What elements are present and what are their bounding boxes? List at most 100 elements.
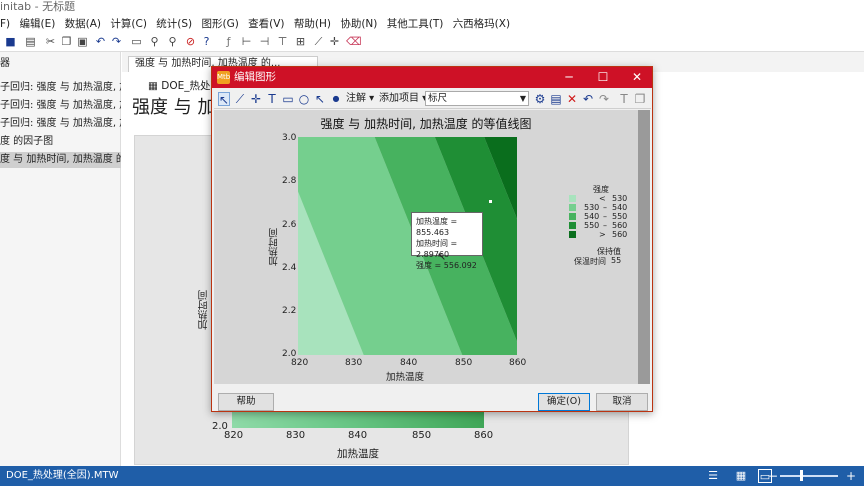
help-button[interactable]: 帮助	[218, 393, 274, 411]
menu-calc[interactable]: 计算(C)	[110, 18, 147, 30]
help-icon[interactable]: ?	[200, 35, 213, 48]
menu-edit[interactable]: 编辑(E)	[19, 18, 55, 30]
legend-item[interactable]: > 560	[569, 230, 639, 239]
menu-help[interactable]: 帮助(H)	[294, 18, 331, 30]
nav-item[interactable]: 度 的因子图	[0, 134, 121, 150]
copy-format-icon[interactable]: ❐	[634, 92, 646, 106]
legend-swatch	[569, 213, 576, 220]
menu-graph[interactable]: 图形(G)	[201, 18, 238, 30]
eraser-icon[interactable]: ⌫	[346, 35, 362, 48]
x-tick-label: 850	[455, 358, 473, 368]
rectangle-icon[interactable]: ▭	[282, 92, 294, 106]
redo-icon[interactable]: ↷	[598, 92, 610, 106]
zoom-slider[interactable]	[780, 475, 838, 477]
brush-icon[interactable]: ⟋	[234, 92, 246, 106]
y-tick-label: 3.0	[282, 133, 297, 143]
edit-item-icon[interactable]: ⚙	[534, 92, 546, 106]
dialog-button-bar: 帮助 确定(O) 取消	[214, 385, 651, 411]
menu-tools[interactable]: 其他工具(T)	[387, 18, 444, 30]
column-icon[interactable]: ⊣	[258, 35, 271, 48]
crosshair-icon[interactable]: ✛	[250, 92, 262, 106]
zoom-in-icon[interactable]: +	[844, 469, 858, 483]
menu-data[interactable]: 数据(A)	[65, 18, 101, 30]
point-icon[interactable]: ●	[330, 92, 342, 106]
menu-file[interactable]: F)	[0, 18, 10, 30]
x-tick-label: 820	[291, 358, 309, 368]
legend-value: 550	[612, 212, 628, 221]
undo-icon[interactable]: ↶	[94, 35, 107, 48]
zoom-out-icon[interactable]: −	[766, 469, 780, 483]
table-icon: ▦	[148, 80, 162, 92]
save-icon[interactable]: ■	[4, 35, 17, 48]
legend-item[interactable]: 540 – 550	[569, 212, 639, 221]
minimize-icon[interactable]: ─	[554, 67, 584, 88]
properties-icon[interactable]: ▤	[550, 92, 562, 106]
cancel-button[interactable]: 取消	[596, 393, 648, 411]
contour-plot-area[interactable]	[298, 137, 517, 355]
text-icon[interactable]: T	[266, 92, 278, 106]
data-tooltip: 加热温度 = 855.463 加热时间 = 2.89760 强度 = 556.0…	[411, 212, 483, 270]
mouse-cursor-icon: ↖	[437, 250, 447, 263]
graph-canvas[interactable]: 强度 与 加热时间, 加热温度 的等值线图 3.0 2.8 2.6 2.4 2.…	[214, 110, 638, 384]
cut-icon[interactable]: ✂	[44, 35, 57, 48]
hold-variable-value: 55	[611, 256, 622, 265]
copy-icon[interactable]: ❐	[60, 35, 73, 48]
edit-graph-dialog: Mtb 编辑图形 ─ ☐ ✕ ↖ ⟋ ✛ T ▭ ○ ↖ ● 注解 ▾ 添加项目…	[211, 66, 653, 412]
bg-x-tick: 830	[286, 430, 306, 441]
crosshair-icon[interactable]: ✛	[328, 35, 341, 48]
delete-icon[interactable]: ✕	[566, 92, 578, 106]
ellipse-icon[interactable]: ○	[298, 92, 310, 106]
graph-tool-icon[interactable]: ⊤	[276, 35, 289, 48]
bg-x-tick: 820	[224, 430, 244, 441]
y-axis-label[interactable]: 加热时间	[268, 228, 282, 266]
menu-assist[interactable]: 协助(N)	[340, 18, 377, 30]
annotate-menu[interactable]: 注解 ▾	[346, 91, 374, 107]
layout-icon[interactable]: ⊞	[294, 35, 307, 48]
redo-icon[interactable]: ↷	[110, 35, 123, 48]
navigator-panel: 器 子回归: 强度 与 加热温度, 加... 子回归: 强度 与 加热温度, 加…	[0, 52, 121, 466]
app-title-bar: initab - 无标题	[0, 0, 864, 16]
cancel-icon[interactable]: ⊘	[184, 35, 197, 48]
dialog-title-bar[interactable]: Mtb 编辑图形 ─ ☐ ✕	[212, 67, 652, 88]
x-tick-label: 840	[400, 358, 418, 368]
chart-title[interactable]: 强度 与 加热时间, 加热温度 的等值线图	[214, 115, 638, 132]
find-icon[interactable]: ⚲	[148, 35, 161, 48]
line-icon[interactable]: ↖	[314, 92, 326, 106]
brush-icon[interactable]: ⟋	[312, 35, 325, 48]
window-icon[interactable]: ▭	[130, 35, 143, 48]
list-view-icon[interactable]: ☰	[706, 469, 720, 483]
zoom-slider-thumb[interactable]	[800, 470, 803, 481]
menu-six-sigma[interactable]: 六西格玛(X)	[453, 18, 510, 30]
select-arrow-icon[interactable]: ↖	[218, 92, 230, 107]
row-icon[interactable]: ⊢	[240, 35, 253, 48]
ok-button[interactable]: 确定(O)	[538, 393, 590, 411]
find-next-icon[interactable]: ⚲	[166, 35, 179, 48]
nav-item[interactable]: 子回归: 强度 与 加热温度, 加...	[0, 116, 121, 132]
legend-item[interactable]: < 530	[569, 194, 639, 203]
add-item-menu[interactable]: 添加项目 ▾	[379, 91, 427, 107]
paste-icon[interactable]: ▣	[76, 35, 89, 48]
selection-handle[interactable]	[489, 200, 492, 203]
nav-item[interactable]: 子回归: 强度 与 加热温度, 加...	[0, 98, 121, 114]
print-icon[interactable]: ▤	[24, 35, 37, 48]
navigator-header: 器	[0, 58, 10, 69]
legend-item[interactable]: 550 – 560	[569, 221, 639, 230]
worksheet-view-icon[interactable]: ▦	[734, 469, 748, 483]
menu-view[interactable]: 查看(V)	[248, 18, 284, 30]
text-format-icon[interactable]: T	[618, 92, 630, 106]
graph-scrollbar[interactable]	[638, 110, 650, 384]
x-axis-label[interactable]: 加热温度	[386, 369, 424, 383]
item-select-dropdown[interactable]: 标尺 ▼	[425, 91, 529, 106]
nav-item-selected[interactable]: 度 与 加热时间, 加热温度 的...	[0, 152, 121, 168]
function-icon[interactable]: ƒ	[222, 35, 235, 48]
undo-icon[interactable]: ↶	[582, 92, 594, 106]
legend-item[interactable]: 530 – 540	[569, 203, 639, 212]
menu-stat[interactable]: 统计(S)	[156, 18, 192, 30]
nav-item[interactable]: 子回归: 强度 与 加热温度, 加...	[0, 80, 121, 96]
status-bar: DOE_热处理(全因).MTW ☰ ▦ ▭ − +	[0, 466, 864, 486]
dialog-toolbar: ↖ ⟋ ✛ T ▭ ○ ↖ ● 注解 ▾ 添加项目 ▾ 标尺 ▼ ⚙ ▤ ✕ ↶…	[214, 89, 651, 109]
close-icon[interactable]: ✕	[622, 67, 652, 88]
maximize-icon[interactable]: ☐	[588, 67, 618, 88]
legend-value: 560	[612, 221, 628, 230]
tooltip-line: 加热温度 = 855.463	[416, 217, 458, 237]
